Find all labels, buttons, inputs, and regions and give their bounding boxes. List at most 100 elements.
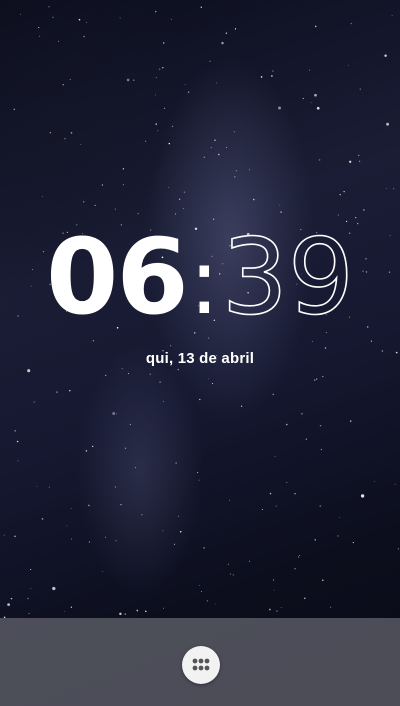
star <box>114 486 117 488</box>
star <box>318 159 321 161</box>
star <box>234 28 237 30</box>
star <box>171 125 174 128</box>
clock-hours: 06 <box>45 216 189 338</box>
star <box>101 184 104 186</box>
star <box>30 587 32 589</box>
star <box>155 123 157 125</box>
star <box>144 140 147 142</box>
star <box>17 460 19 462</box>
star <box>215 603 217 605</box>
star <box>314 379 316 381</box>
star <box>394 483 396 485</box>
star <box>27 369 31 373</box>
star <box>278 106 281 110</box>
star <box>197 471 199 474</box>
star <box>162 42 165 44</box>
star <box>198 479 200 481</box>
star <box>298 554 300 556</box>
star <box>168 186 170 188</box>
star <box>302 97 304 100</box>
star <box>280 606 282 608</box>
star <box>170 345 172 347</box>
star <box>120 503 122 506</box>
star <box>115 540 117 542</box>
star <box>179 198 181 200</box>
star <box>349 160 352 163</box>
star <box>359 88 361 90</box>
star <box>119 612 122 616</box>
star <box>124 447 127 449</box>
star <box>28 612 30 614</box>
star <box>80 144 82 146</box>
star <box>168 142 171 145</box>
star <box>253 198 255 201</box>
star <box>136 609 139 612</box>
star <box>225 32 228 34</box>
star <box>41 518 44 520</box>
star <box>352 542 354 544</box>
star <box>301 413 303 415</box>
clock-separator: : <box>188 228 220 335</box>
star <box>48 6 50 8</box>
star <box>70 132 73 134</box>
star <box>248 169 250 171</box>
star <box>52 586 56 591</box>
star <box>355 216 357 219</box>
star <box>294 492 296 495</box>
star <box>133 79 135 81</box>
app-drawer-button[interactable] <box>182 646 220 684</box>
star <box>3 534 5 536</box>
star <box>319 505 322 507</box>
star <box>149 373 151 375</box>
star <box>170 18 172 20</box>
star <box>48 486 50 488</box>
star <box>261 509 263 510</box>
star <box>177 368 179 371</box>
star <box>122 168 124 170</box>
star <box>88 541 90 543</box>
star <box>183 191 186 194</box>
star <box>347 64 349 66</box>
star <box>339 194 341 196</box>
star <box>208 378 209 380</box>
star <box>112 412 116 415</box>
star <box>122 184 124 186</box>
clock-minutes: 39 <box>221 216 355 338</box>
clock: 06:39 <box>0 221 400 342</box>
star <box>129 424 131 426</box>
star <box>13 108 16 111</box>
star <box>102 571 104 573</box>
star <box>78 18 81 21</box>
star <box>316 378 318 380</box>
star <box>155 94 156 96</box>
star <box>214 139 216 142</box>
star <box>199 398 201 401</box>
star <box>94 204 96 206</box>
star <box>85 450 88 452</box>
star <box>316 106 320 110</box>
star <box>363 209 365 211</box>
star <box>320 448 323 451</box>
star <box>64 137 66 140</box>
star <box>337 535 339 537</box>
star <box>19 13 22 15</box>
star <box>209 60 211 63</box>
star <box>49 132 51 134</box>
star <box>276 610 278 612</box>
star <box>358 160 361 162</box>
star <box>201 591 202 592</box>
star <box>339 517 341 519</box>
star <box>203 547 205 549</box>
star <box>157 130 159 132</box>
star <box>393 188 395 190</box>
star <box>269 608 271 611</box>
lock-screen: 06:39 qui, 13 de abril <box>0 0 400 706</box>
star <box>184 83 186 86</box>
star <box>62 84 64 86</box>
star <box>36 485 38 487</box>
star <box>275 505 277 507</box>
star <box>141 514 143 516</box>
star <box>271 75 273 77</box>
star <box>314 25 317 28</box>
star <box>280 211 282 213</box>
